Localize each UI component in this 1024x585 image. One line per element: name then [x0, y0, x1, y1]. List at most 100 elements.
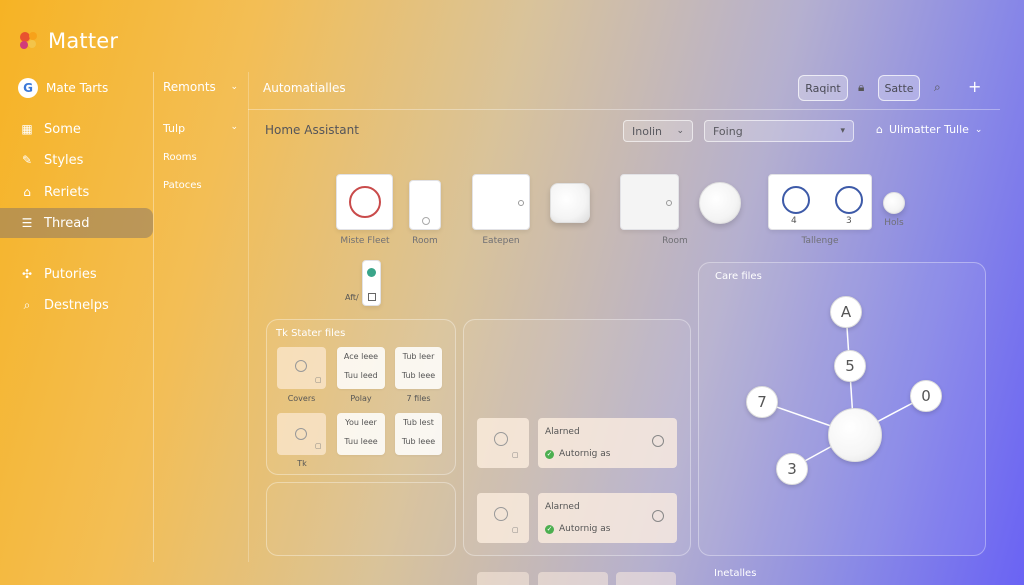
check-icon: ✓ [545, 524, 554, 534]
profile-name: Mate Tarts [46, 81, 109, 95]
divider [248, 72, 249, 562]
device-hols[interactable] [883, 192, 905, 214]
page-title: Automatialles [263, 81, 346, 95]
chevron-down-icon: ⌄ [676, 126, 684, 136]
tile-caption: Tk [297, 459, 307, 468]
sidebar-item-destnelps[interactable]: ⌕ Destnelps [0, 290, 153, 320]
device-label: Eatepen [482, 236, 520, 246]
search-icon[interactable]: ⌕ [934, 80, 941, 95]
device-knob[interactable] [699, 182, 741, 224]
box-icon: ▢ [315, 376, 322, 384]
profile[interactable]: G Mate Tarts [18, 78, 108, 98]
sidebar-item-label: Putories [44, 266, 97, 282]
device-button[interactable] [550, 183, 590, 223]
leaf-icon [367, 268, 376, 277]
tile-caption: Polay [350, 394, 372, 403]
device-label: Room [662, 236, 688, 246]
sidebar-item-thread[interactable]: ☰ Thread [0, 208, 153, 238]
palette-icon: ✣ [21, 267, 33, 281]
sidebar-item-styles[interactable]: ✎ Styles [0, 145, 153, 175]
alarm-title: Alarned [545, 502, 580, 512]
indicator-icon [666, 200, 672, 206]
select-value: Inolin [632, 124, 663, 138]
alarm-device-tile[interactable]: ▢ [477, 418, 529, 468]
device-thermostat[interactable] [336, 174, 393, 230]
sidebar-item-some[interactable]: ▦ Some [0, 114, 153, 144]
state-tile[interactable]: ▢ [277, 413, 326, 455]
device-sensor[interactable] [362, 260, 381, 306]
circle-icon [494, 507, 508, 521]
subnav-item-tulp[interactable]: Tulp ⌄ [163, 122, 238, 135]
box-icon: ▢ [315, 442, 322, 450]
app-title: Matter [48, 29, 119, 53]
device-label: Aft/ [345, 293, 359, 302]
state-tile[interactable]: Ace leee Tuu leed [337, 347, 385, 389]
device-plug[interactable] [472, 174, 530, 230]
matter-logo-icon [20, 32, 37, 49]
list-icon: ☰ [21, 216, 33, 230]
subnav-item-rooms[interactable]: Rooms [163, 152, 197, 163]
tile-line: Tub leee [401, 437, 436, 446]
device-label: Tallenge [801, 236, 839, 246]
state-tile[interactable]: ▢ [277, 347, 326, 389]
dial-value: 4 [791, 216, 797, 226]
device-dual-dial[interactable]: 4 3 [768, 174, 872, 230]
alarm-title: Alarned [545, 427, 580, 437]
alarm-row[interactable]: Alarned ✓ Autornig as [538, 418, 677, 468]
device-label: Hols [884, 218, 904, 228]
dial-icon [835, 186, 863, 214]
graph-node-a[interactable]: A [830, 296, 862, 328]
subnav-header[interactable]: Remonts ⌄ [163, 80, 238, 94]
dial-icon [782, 186, 810, 214]
device-panel[interactable] [620, 174, 679, 230]
avatar: G [18, 78, 38, 98]
indicator-icon [518, 200, 524, 206]
inolin-select[interactable]: Inolin ⌄ [623, 120, 693, 142]
subnav-item-patoces[interactable]: Patoces [163, 180, 202, 191]
graph-node-5[interactable]: 5 [834, 350, 866, 382]
state-tile[interactable]: You leer Tuu leee [337, 413, 385, 455]
graph-node-3[interactable]: 3 [776, 453, 808, 485]
sidebar-item-reriets[interactable]: ⌂ Reriets [0, 177, 153, 207]
sidebar-item-label: Some [44, 121, 81, 137]
indicator-icon [422, 217, 430, 225]
breadcrumb[interactable]: Home Assistant [265, 123, 359, 137]
alarm-row[interactable]: Alarned ✓ Autornig as [538, 493, 677, 543]
tile-line: You leer [345, 418, 377, 427]
toggle-icon[interactable] [652, 435, 664, 447]
alarm-status: ✓ Autornig as [545, 449, 610, 459]
tile-line: Tub leee [401, 371, 436, 380]
box-icon: ▢ [512, 526, 519, 534]
state-tile[interactable]: Tub lest Tub leee [395, 413, 442, 455]
placeholder-panel [266, 482, 456, 556]
select-value: Foing [713, 124, 743, 138]
sidebar-item-putories[interactable]: ✣ Putories [0, 259, 153, 289]
state-tile[interactable]: Tub leer Tub leee [395, 347, 442, 389]
circle-icon [494, 432, 508, 446]
device-switch[interactable] [409, 180, 441, 230]
home-icon: ⌂ [23, 185, 31, 199]
brush-icon: ✎ [21, 153, 33, 167]
tile-line: Tub lest [403, 418, 434, 427]
alarm-device-tile[interactable]: ▢ [477, 493, 529, 543]
device-label: Room [412, 236, 438, 246]
graph-hub-node[interactable] [828, 408, 882, 462]
add-icon[interactable]: + [968, 77, 981, 96]
circle-icon [295, 360, 307, 372]
dial-value: 3 [846, 216, 852, 226]
foing-select[interactable]: Foing ▾ [704, 120, 854, 142]
alarm-status-label: Autornig as [559, 524, 611, 534]
toggle-icon[interactable] [652, 510, 664, 522]
satte-button[interactable]: Satte [878, 75, 920, 101]
graph-node-7[interactable]: 7 [746, 386, 778, 418]
graph-node-0[interactable]: 0 [910, 380, 942, 412]
raqint-button[interactable]: Raqint [798, 75, 848, 101]
sidebar-item-label: Destnelps [44, 297, 109, 313]
sidebar-item-label: Thread [44, 215, 90, 231]
tile-line: Ace leee [343, 352, 379, 361]
app-logo: Matter [16, 28, 118, 54]
box-icon [368, 293, 376, 301]
lock-icon[interactable]: 🔒︎ [858, 80, 864, 95]
search-icon: ⌕ [23, 297, 31, 312]
user-menu[interactable]: ⌂ Ulimatter Tulle ⌄ [876, 123, 982, 136]
